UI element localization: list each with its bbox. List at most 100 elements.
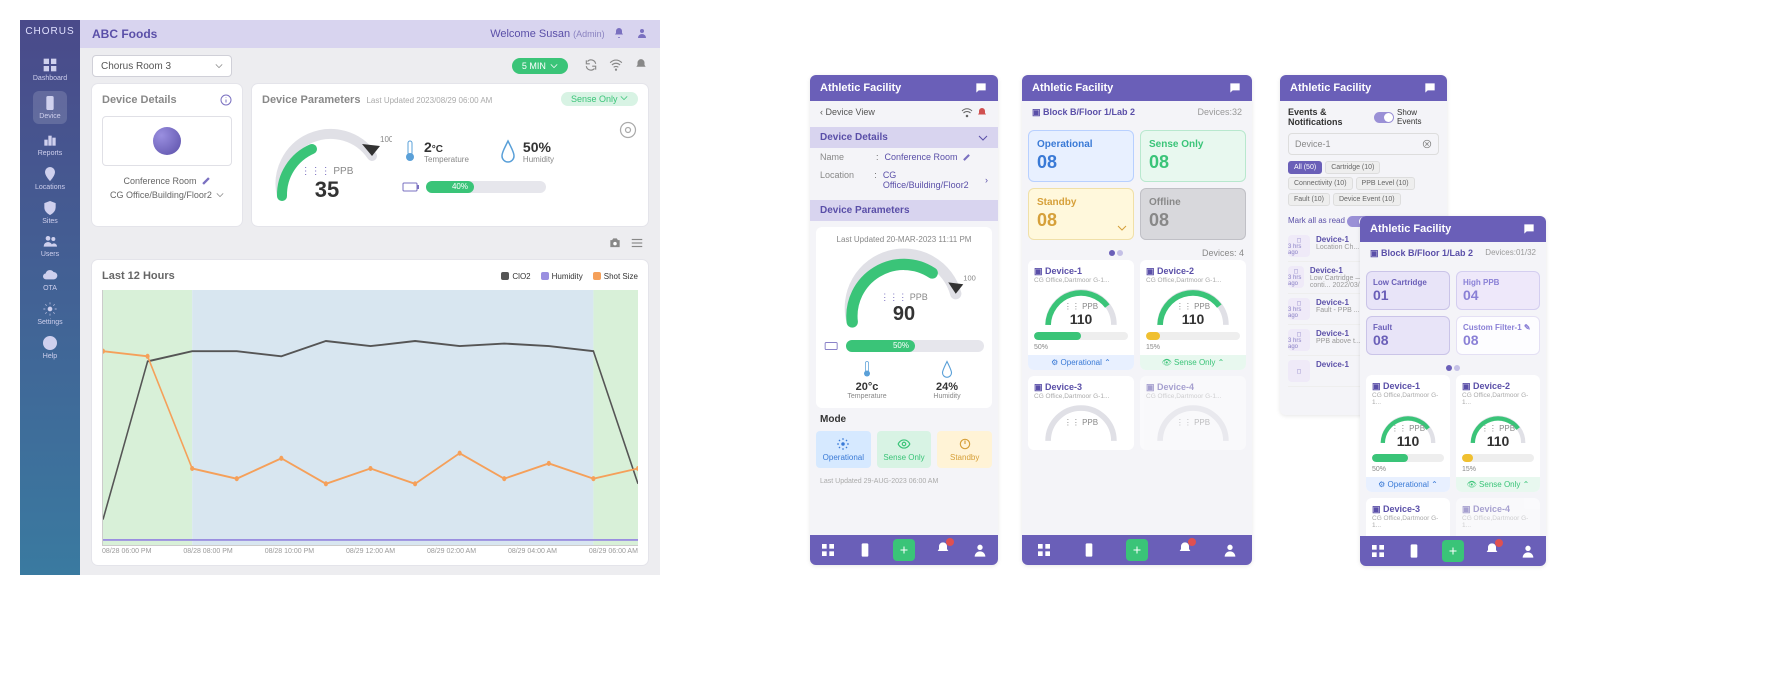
cloud-icon: [42, 267, 58, 283]
clear-icon[interactable]: [1422, 139, 1432, 149]
card-title: Device Details: [102, 94, 177, 106]
grid-icon[interactable]: [820, 542, 836, 558]
sidebar: CHORUS DashboardDeviceReportsLocationsSi…: [20, 20, 80, 575]
sidebar-item-reports[interactable]: Reports: [33, 132, 67, 158]
bell-icon[interactable]: [976, 107, 988, 119]
device-card[interactable]: ▣ Device-1 CG Office,Dartmoor G-1... ⋮⋮ …: [1028, 260, 1134, 370]
alert-summary: Low Cartridge 01High PPB 04Fault 08Custo…: [1360, 265, 1546, 361]
user-icon[interactable]: [1222, 542, 1238, 558]
bell-icon[interactable]: [634, 58, 648, 72]
filter-chip[interactable]: Connectivity (10): [1288, 177, 1353, 190]
humidity-metric: 50% Humidity: [499, 139, 554, 164]
refresh-interval-pill[interactable]: 5 MIN: [512, 58, 568, 74]
status-pill[interactable]: Sense Only: [561, 92, 638, 106]
chart-legend: ClO2 Humidity Shot Size: [501, 272, 638, 281]
add-button[interactable]: [1126, 539, 1148, 561]
mobile-header: Athletic Facility: [1360, 216, 1546, 242]
mobile-bottom-nav: [1022, 535, 1252, 565]
info-icon[interactable]: [220, 94, 232, 106]
device-icon[interactable]: [1081, 542, 1097, 558]
pagination: [1360, 361, 1546, 375]
user-icon[interactable]: [636, 27, 648, 39]
device-card[interactable]: ▣ Device-4 CG Office,Dartmoor G-1... ⋮⋮ …: [1140, 376, 1246, 450]
alert-tile[interactable]: Fault 08: [1366, 316, 1450, 355]
filter-chip[interactable]: Fault (10): [1288, 193, 1330, 206]
mode-operational[interactable]: Operational: [816, 431, 871, 468]
chat-icon[interactable]: [1423, 81, 1437, 95]
sidebar-item-dashboard[interactable]: Dashboard: [33, 57, 67, 83]
tile-offline[interactable]: Offline08: [1140, 188, 1246, 240]
mode-selector: Operational Sense Only Standby: [816, 431, 992, 468]
events-search[interactable]: Device-1: [1288, 133, 1439, 155]
chat-icon[interactable]: [1228, 81, 1242, 95]
chat-icon[interactable]: [1522, 222, 1536, 236]
shield-icon: [42, 200, 58, 216]
filter-chip[interactable]: Device Event (10): [1333, 193, 1401, 206]
alert-tile[interactable]: High PPB 04: [1456, 271, 1540, 310]
device-params-accordion[interactable]: Device Parameters: [810, 200, 998, 221]
edit-icon[interactable]: [201, 176, 211, 186]
bell-icon[interactable]: [613, 27, 625, 39]
user-icon[interactable]: [1520, 543, 1536, 559]
tile-sense[interactable]: Sense Only08: [1140, 130, 1246, 182]
filter-chip[interactable]: Cartridge (10): [1325, 161, 1380, 174]
sidebar-item-help[interactable]: Help: [33, 335, 67, 361]
device-card[interactable]: ▣ Device-1 CG Office,Dartmoor G-1... ⋮⋮ …: [1366, 375, 1450, 492]
add-button[interactable]: [1442, 540, 1464, 562]
alert-tile[interactable]: Low Cartridge 01: [1366, 271, 1450, 310]
sidebar-item-sites[interactable]: Sites: [33, 200, 67, 226]
edit-icon[interactable]: [962, 153, 971, 162]
sidebar-item-ota[interactable]: OTA: [33, 267, 67, 293]
device-details-accordion[interactable]: Device Details: [810, 127, 998, 148]
alert-tile[interactable]: Custom Filter-1 ✎08: [1456, 316, 1540, 355]
chart-card: Last 12 Hours ClO2 Humidity Shot Size 08…: [92, 260, 648, 565]
chevron-down-icon: [620, 94, 628, 102]
desktop-app: CHORUS DashboardDeviceReportsLocationsSi…: [20, 20, 660, 575]
device-card[interactable]: ▣ Device-2 CG Office,Dartmoor G-1... ⋮⋮ …: [1140, 260, 1246, 370]
tile-standby[interactable]: Standby08: [1028, 188, 1134, 240]
device-icon[interactable]: [1406, 543, 1422, 559]
sidebar-item-users[interactable]: Users: [33, 233, 67, 259]
droplet-icon: [499, 139, 517, 163]
notifications-icon[interactable]: [1177, 541, 1193, 560]
mark-all-read[interactable]: Mark all as read: [1288, 216, 1345, 227]
filter-chip[interactable]: PPB Level (10): [1356, 177, 1415, 190]
grid-icon[interactable]: [1036, 542, 1052, 558]
camera-icon[interactable]: [608, 236, 622, 250]
grid-icon[interactable]: [1370, 543, 1386, 559]
help-icon: [42, 335, 58, 351]
user-icon[interactable]: [972, 542, 988, 558]
room-select[interactable]: Chorus Room 3: [92, 55, 232, 77]
device-parameters-card: Device Parameters Last Updated 2023/08/2…: [252, 84, 648, 226]
filter-chip[interactable]: All (50): [1288, 161, 1322, 174]
refresh-icon[interactable]: [584, 58, 598, 72]
device-card[interactable]: ▣ Device-3 CG Office,Dartmoor G-1... ⋮⋮ …: [1028, 376, 1134, 450]
mode-standby[interactable]: Standby: [937, 431, 992, 468]
sidebar-item-device[interactable]: Device: [33, 91, 67, 125]
welcome-text: Welcome Susan (Admin): [490, 28, 604, 40]
chat-icon[interactable]: [974, 81, 988, 95]
ppb-gauge: 100 ⋮⋮⋮ PPB 35: [262, 116, 392, 216]
tile-operational[interactable]: Operational08: [1028, 130, 1134, 182]
notifications-icon[interactable]: [1484, 542, 1500, 561]
wifi-icon[interactable]: [609, 58, 623, 72]
mode-sense[interactable]: Sense Only: [877, 431, 932, 468]
chevron-down-icon: [550, 62, 558, 70]
back-breadcrumb[interactable]: ‹ Device View: [810, 101, 998, 127]
chart-plot[interactable]: [102, 290, 638, 546]
device-icon[interactable]: [857, 542, 873, 558]
breadcrumb: ▣ Block B/Floor 1/Lab 2 Devices:32: [1022, 101, 1252, 124]
device-card[interactable]: ▣ Device-2 CG Office,Dartmoor G-1... ⋮⋮ …: [1456, 375, 1540, 492]
bar-icon: [42, 132, 58, 148]
location-path[interactable]: CG Office/Building/Floor2: [102, 190, 232, 200]
show-events-toggle[interactable]: [1374, 112, 1394, 123]
status-summary: Operational08 Sense Only08 Standby08 Off…: [1022, 124, 1252, 246]
device-card[interactable]: ▣ Device-3 CG Office,Dartmoor G-1... ⋮⋮ …: [1366, 498, 1450, 536]
notifications-icon[interactable]: [935, 541, 951, 560]
sidebar-item-locations[interactable]: Locations: [33, 166, 67, 192]
device-card[interactable]: ▣ Device-4 CG Office,Dartmoor G-1... ⋮⋮ …: [1456, 498, 1540, 536]
expand-icon[interactable]: [618, 120, 638, 140]
list-icon[interactable]: [630, 236, 644, 250]
sidebar-item-settings[interactable]: Settings: [33, 301, 67, 327]
add-button[interactable]: [893, 539, 915, 561]
